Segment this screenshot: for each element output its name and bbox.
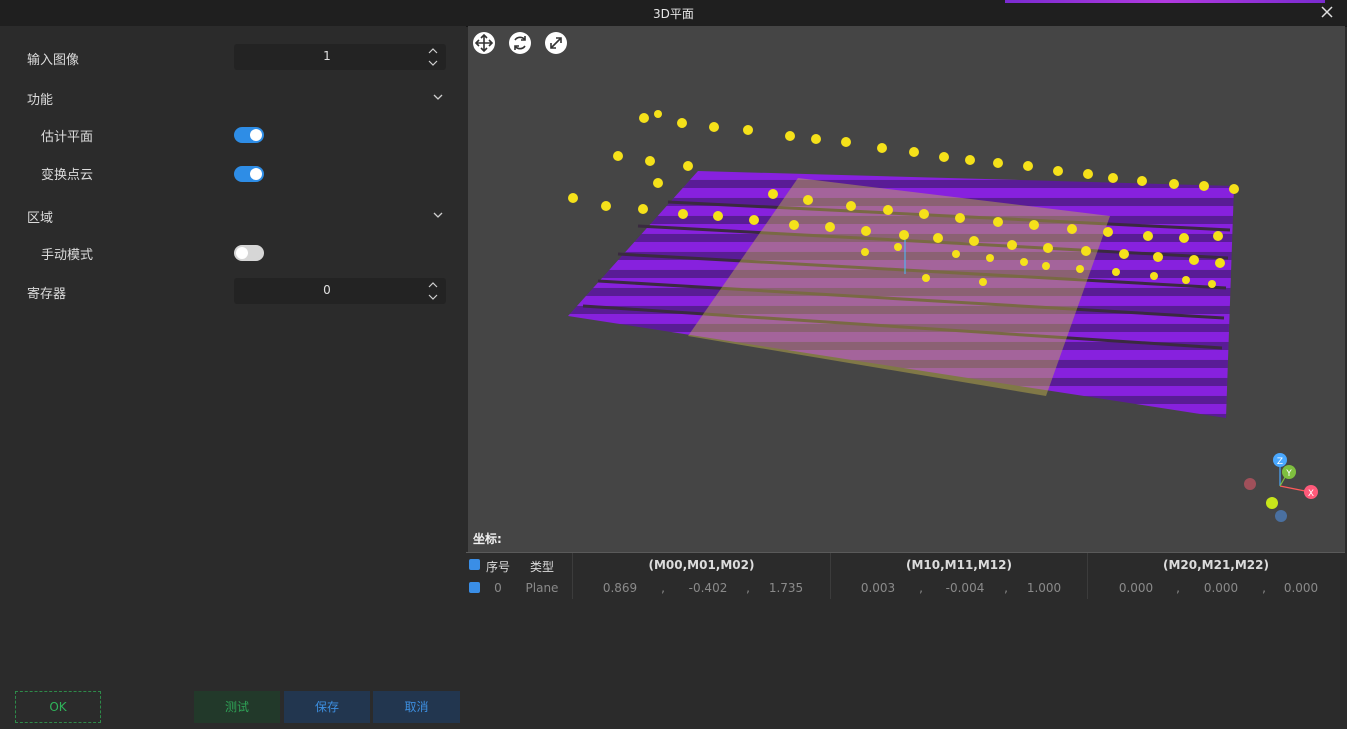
toggle-knob xyxy=(250,168,262,180)
title-bar: 3D平面 xyxy=(0,0,1347,27)
m22-value: 0.000 xyxy=(1283,581,1319,595)
point-cloud-scene[interactable]: Z Y X xyxy=(468,26,1345,553)
transform-cloud-label: 变换点云 xyxy=(41,168,94,183)
separator: , xyxy=(1004,581,1008,595)
spin-arrows-icon[interactable] xyxy=(420,44,446,70)
close-icon[interactable] xyxy=(1319,4,1335,20)
save-button[interactable]: 保存 xyxy=(284,691,370,723)
region-label: 区域 xyxy=(27,211,54,226)
window-title: 3D平面 xyxy=(653,7,694,21)
m11-value: -0.004 xyxy=(945,581,985,595)
m0-header: (M00,M01,M02) xyxy=(648,558,755,572)
estimate-plane-toggle[interactable] xyxy=(234,127,264,143)
region-section-header[interactable]: 区域 xyxy=(0,200,466,230)
m01-value: -0.402 xyxy=(688,581,728,595)
transform-cloud-toggle[interactable] xyxy=(234,166,264,182)
register-value[interactable]: 0 xyxy=(234,283,420,297)
separator: , xyxy=(1262,581,1266,595)
row-checkbox[interactable] xyxy=(469,582,480,593)
title-accent-strip xyxy=(1005,0,1325,3)
test-button[interactable]: 测试 xyxy=(194,691,280,723)
m2-header: (M20,M21,M22) xyxy=(1162,558,1269,572)
estimate-plane-label: 估计平面 xyxy=(41,130,94,145)
separator: , xyxy=(661,581,665,595)
toggle-knob xyxy=(236,247,248,259)
m02-value: 1.735 xyxy=(768,581,804,595)
coords-table: 序号 类型 (M00,M01,M02) (M10,M11,M12) (M20,M… xyxy=(466,552,1345,601)
table-row[interactable]: 0 Plane 0.869 , -0.402 , 1.735 0.003 , -… xyxy=(466,578,1345,600)
spin-arrows-icon[interactable] xyxy=(420,278,446,304)
cancel-button[interactable]: 取消 xyxy=(373,691,460,723)
separator: , xyxy=(919,581,923,595)
settings-panel: 输入图像 1 功能 估计平面 变换点云 区域 手动模式 寄存器 0 xyxy=(0,26,466,729)
axis-gizmo: Z Y X xyxy=(1244,453,1318,522)
m20-value: 0.000 xyxy=(1118,581,1154,595)
ok-button[interactable]: OK xyxy=(15,691,101,723)
manual-mode-row: 手动模式 xyxy=(0,239,466,269)
input-image-spinbox[interactable]: 1 xyxy=(234,44,446,70)
row-type: Plane xyxy=(525,581,559,595)
m10-value: 0.003 xyxy=(860,581,896,595)
header-checkbox[interactable] xyxy=(469,559,480,570)
input-image-label: 输入图像 xyxy=(27,53,80,68)
coords-label: 坐标: xyxy=(473,532,502,546)
axis-y-label: Y xyxy=(1285,469,1292,479)
function-section-header[interactable]: 功能 xyxy=(0,82,466,112)
m12-value: 1.000 xyxy=(1026,581,1062,595)
register-label: 寄存器 xyxy=(27,287,67,302)
axis-z-label: Z xyxy=(1277,457,1283,467)
m21-value: 0.000 xyxy=(1203,581,1239,595)
3d-viewer[interactable]: Z Y X xyxy=(468,26,1345,553)
chevron-down-icon[interactable] xyxy=(432,209,444,221)
chevron-down-icon[interactable] xyxy=(432,91,444,103)
manual-mode-label: 手动模式 xyxy=(41,248,94,263)
m1-header: (M10,M11,M12) xyxy=(905,558,1012,572)
estimate-plane-row: 估计平面 xyxy=(0,121,466,151)
separator: , xyxy=(1176,581,1180,595)
type-header: 类型 xyxy=(529,560,554,574)
m00-value: 0.869 xyxy=(602,581,638,595)
register-spinbox[interactable]: 0 xyxy=(234,278,446,304)
transform-cloud-row: 变换点云 xyxy=(0,159,466,189)
separator: , xyxy=(746,581,750,595)
function-label: 功能 xyxy=(27,93,54,108)
manual-mode-toggle[interactable] xyxy=(234,245,264,261)
register-row: 寄存器 0 xyxy=(0,278,466,308)
input-image-value[interactable]: 1 xyxy=(234,49,420,63)
table-header: 序号 类型 (M00,M01,M02) (M10,M11,M12) (M20,M… xyxy=(466,555,1345,577)
toggle-knob xyxy=(250,129,262,141)
row-index: 0 xyxy=(494,581,502,595)
input-image-row: 输入图像 1 xyxy=(0,44,466,74)
axis-x-label: X xyxy=(1308,489,1314,499)
index-header: 序号 xyxy=(485,560,510,574)
